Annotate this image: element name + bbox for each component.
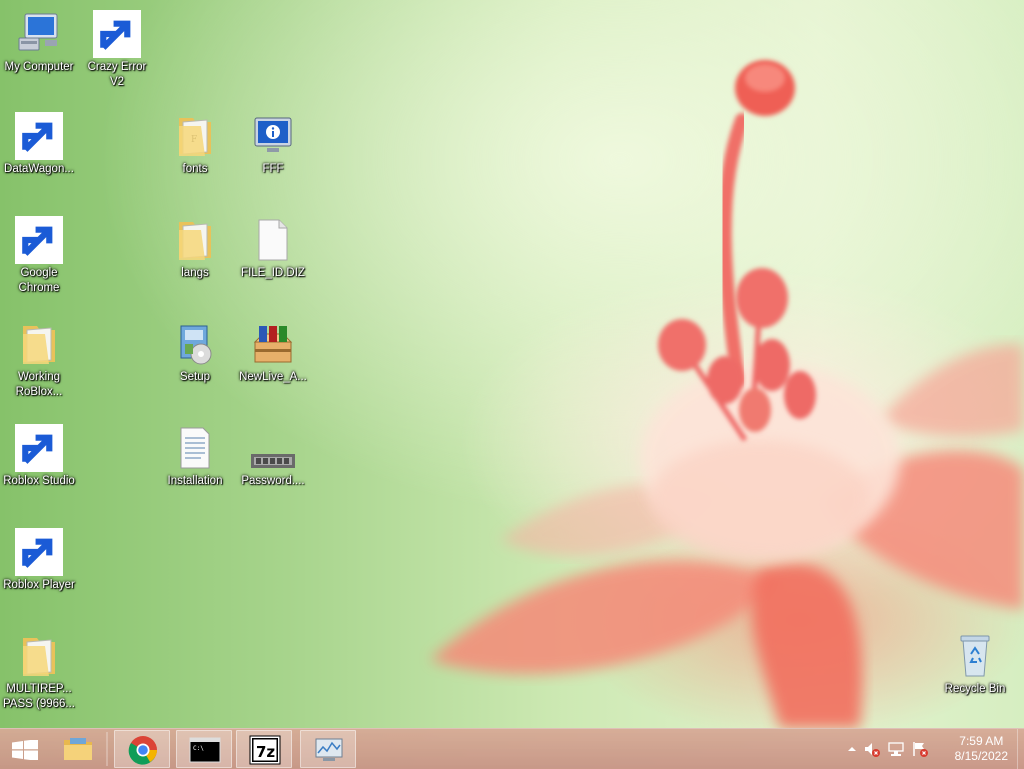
monitor-icon bbox=[315, 738, 343, 761]
desktop-icon-newlive[interactable]: NewLive_A... bbox=[234, 320, 312, 385]
action-center-flag-icon[interactable] bbox=[912, 741, 928, 757]
desktop-icon-working-roblox[interactable]: Working RoBlox... bbox=[0, 320, 78, 400]
start-icon bbox=[12, 740, 38, 760]
icon-label: My Computer bbox=[4, 61, 74, 73]
chevron-up-icon[interactable] bbox=[844, 741, 860, 757]
desktop-icon-multirep[interactable]: MULTIREP... PASS (9966... bbox=[0, 632, 78, 712]
icon-label: MULTIREP... PASS (9966... bbox=[2, 683, 76, 710]
clock-date: 8/15/2022 bbox=[954, 749, 1008, 763]
desktop-icon-roblox-player[interactable]: Roblox Player bbox=[0, 528, 78, 593]
desktop-icon-google-chrome[interactable]: Google Chrome bbox=[0, 216, 78, 296]
roblox-studio-icon bbox=[15, 424, 63, 472]
folder-icon bbox=[15, 632, 63, 680]
cmd-icon: C:\ bbox=[189, 737, 221, 763]
icon-label: NewLive_A... bbox=[239, 371, 307, 383]
icon-label: Password.... bbox=[241, 475, 305, 487]
desktop-icon-datawagon[interactable]: DataWagon... bbox=[0, 112, 78, 177]
chrome-icon bbox=[128, 736, 157, 765]
icon-label: Google Chrome bbox=[18, 267, 60, 294]
shortcut-arrow-icon bbox=[15, 528, 63, 576]
folder-icon bbox=[15, 320, 63, 368]
taskbar: C:\ 7z 7:59 AM 8/15/2022 bbox=[0, 728, 1024, 769]
recycle-bin-icon bbox=[951, 632, 999, 680]
desktop-icon-roblox-studio[interactable]: Roblox Studio bbox=[0, 424, 78, 489]
text-file-icon bbox=[171, 424, 219, 472]
icon-label: Crazy Error V2 bbox=[87, 61, 147, 88]
taskbar-command-prompt[interactable]: C:\ bbox=[176, 730, 232, 768]
winrar-icon bbox=[249, 320, 297, 368]
icon-label: fonts bbox=[182, 163, 208, 175]
info-monitor-icon bbox=[249, 112, 297, 160]
app-window-icon bbox=[93, 10, 141, 58]
icon-label: DataWagon... bbox=[4, 163, 74, 175]
svg-text:7z: 7z bbox=[256, 743, 275, 761]
taskbar-performance-monitor[interactable] bbox=[300, 730, 356, 768]
start-button[interactable] bbox=[0, 730, 48, 768]
desktop-icon-crazy-error[interactable]: Crazy Error V2 bbox=[78, 10, 156, 90]
desktop[interactable]: My Computer Crazy Error V2 DataWagon... … bbox=[0, 0, 1024, 728]
icon-label: Roblox Player bbox=[3, 579, 75, 591]
shortcut-arrow-icon bbox=[93, 10, 141, 58]
folder-icon bbox=[64, 738, 92, 760]
icon-label: Setup bbox=[179, 371, 211, 383]
file-icon bbox=[249, 216, 297, 264]
7zip-icon: 7z bbox=[249, 735, 281, 765]
setup-icon bbox=[171, 320, 219, 368]
network-icon[interactable] bbox=[888, 741, 904, 757]
password-icon bbox=[249, 424, 297, 472]
wallpaper-flower bbox=[430, 60, 1024, 728]
icon-label: FILE_ID.DIZ bbox=[241, 267, 305, 279]
chrome-icon bbox=[15, 216, 63, 264]
icon-label: Installation bbox=[167, 475, 223, 487]
show-desktop-button[interactable] bbox=[1017, 729, 1024, 769]
speaker-muted-icon[interactable] bbox=[864, 741, 880, 757]
shortcut-arrow-icon bbox=[15, 424, 63, 472]
clock-time: 7:59 AM bbox=[959, 734, 1004, 748]
roblox-player-icon bbox=[15, 528, 63, 576]
datawagon-icon bbox=[15, 112, 63, 160]
taskbar-separator bbox=[106, 732, 108, 766]
shortcut-arrow-icon bbox=[15, 112, 63, 160]
svg-text:C:\: C:\ bbox=[193, 745, 204, 752]
taskbar-file-explorer[interactable] bbox=[50, 730, 106, 768]
computer-icon bbox=[15, 10, 63, 58]
desktop-icon-langs[interactable]: langs bbox=[156, 216, 234, 281]
desktop-icon-my-computer[interactable]: My Computer bbox=[0, 10, 78, 75]
desktop-icon-setup[interactable]: Setup bbox=[156, 320, 234, 385]
desktop-icon-password[interactable]: Password.... bbox=[234, 424, 312, 489]
clock[interactable]: 7:59 AM 8/15/2022 bbox=[955, 734, 1008, 764]
system-tray: 7:59 AM 8/15/2022 bbox=[844, 729, 1024, 769]
desktop-icon-fff[interactable]: FFF bbox=[234, 112, 312, 177]
icon-label: langs bbox=[181, 267, 209, 279]
taskbar-google-chrome[interactable] bbox=[114, 730, 170, 768]
icon-label: FFF bbox=[262, 163, 284, 175]
desktop-icon-installation[interactable]: Installation bbox=[156, 424, 234, 489]
shortcut-arrow-icon bbox=[15, 216, 63, 264]
icon-label: Recycle Bin bbox=[944, 683, 1006, 695]
desktop-icon-file-id-diz[interactable]: FILE_ID.DIZ bbox=[234, 216, 312, 281]
icon-label: Working RoBlox... bbox=[15, 371, 63, 398]
desktop-icon-fonts[interactable]: F fonts bbox=[156, 112, 234, 177]
icon-label: Roblox Studio bbox=[3, 475, 75, 487]
folder-icon bbox=[171, 216, 219, 264]
folder-icon: F bbox=[171, 112, 219, 160]
desktop-icon-recycle-bin[interactable]: Recycle Bin bbox=[936, 632, 1014, 697]
taskbar-7zip[interactable]: 7z bbox=[236, 730, 292, 768]
